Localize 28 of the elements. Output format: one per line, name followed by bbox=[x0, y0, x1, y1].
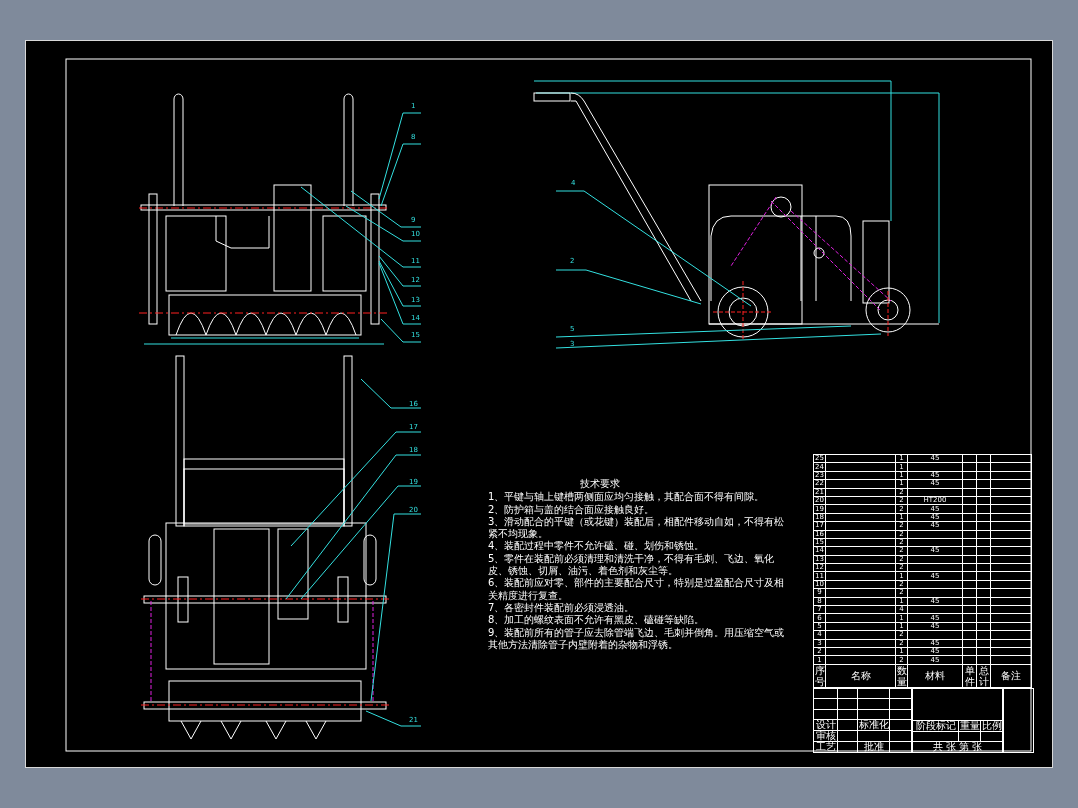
title-block-label: 共 张 第 张 bbox=[912, 741, 1003, 753]
column-header: 备注 bbox=[990, 664, 1032, 688]
requirement-text: 4、装配过程中零件不允许磕、碰、划伤和锈蚀。 bbox=[488, 540, 706, 553]
leader-line bbox=[360, 378, 422, 409]
title-block-label: 设计 bbox=[813, 719, 838, 731]
column-header: 数量 bbox=[895, 664, 908, 688]
requirement-text: 1、平键与轴上键槽两侧面应均匀接触，其配合面不得有间隙。 bbox=[488, 491, 766, 504]
title-block-label: 阶段标记 bbox=[912, 720, 959, 732]
requirement-text: 2、防护箱与盖的结合面应接触良好。 bbox=[488, 503, 656, 516]
title-block-label: 重量 bbox=[958, 720, 981, 732]
requirement-text: 6、装配前应对零、部件的主要配合尺寸，特别是过盈配合尺寸及相关精度进行复查。 bbox=[488, 577, 786, 602]
title-block-label: 审核 bbox=[813, 730, 838, 742]
requirement-text: 3、滑动配合的平键（或花键）装配后，相配件移动自如，不得有松紧不均现象。 bbox=[488, 515, 786, 540]
requirement-text: 7、各密封件装配前必须浸透油。 bbox=[488, 601, 636, 614]
column-header: 序号 bbox=[813, 664, 826, 688]
section-title: 技术要求 bbox=[579, 478, 621, 491]
title-block-label: 批准 bbox=[857, 741, 890, 753]
title-block-label: 比例 bbox=[980, 720, 1003, 732]
leader-line bbox=[365, 710, 422, 727]
requirement-text: 8、加工的螺纹表面不允许有黑皮、磕碰等缺陷。 bbox=[488, 614, 706, 627]
requirement-text: 9、装配前所有的管子应去除管端飞边、毛刺并倒角。用压缩空气或其他方法清除管子内壁附着的杂物和浮锈。 bbox=[488, 626, 786, 652]
column-header: 总计 bbox=[976, 664, 991, 688]
column-header: 单件 bbox=[962, 664, 977, 688]
column-header: 材料 bbox=[907, 664, 963, 688]
title-block-label: 工艺 bbox=[813, 741, 838, 753]
column-header: 名称 bbox=[825, 664, 896, 688]
requirement-text: 5、零件在装配前必须清理和清洗干净，不得有毛刺、飞边、氧化皮、锈蚀、切屑、油污、着色剂和灰尘等。 bbox=[488, 552, 776, 577]
title-block-label: 标准化 bbox=[857, 719, 890, 731]
